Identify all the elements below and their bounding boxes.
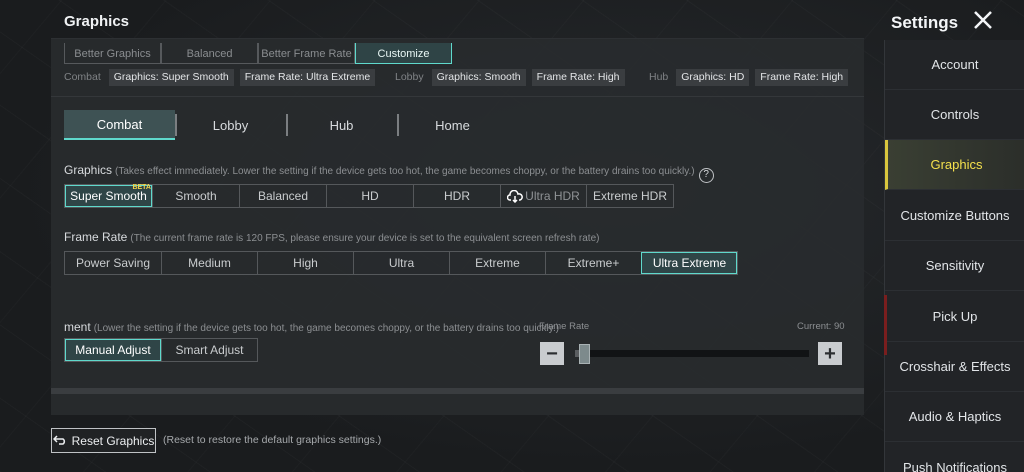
mode-tabs: Combat Lobby Hub Home — [64, 110, 508, 140]
undo-icon — [52, 434, 67, 448]
sidebar-item-push-notifications[interactable]: Push Notifications — [885, 443, 1024, 472]
frame-rate-option-extreme-plus[interactable]: Extreme+ — [545, 252, 641, 274]
summary-lobby-label: Lobby — [395, 71, 424, 83]
summary-lobby: Lobby Graphics: Smooth Frame Rate: High — [395, 68, 625, 86]
panel-bottom-band — [51, 388, 864, 394]
decrease-button[interactable]: − — [540, 342, 564, 365]
page-title: Graphics — [64, 13, 130, 30]
frame-rate-option-power-saving[interactable]: Power Saving — [65, 252, 161, 274]
sidebar-item-crosshair-effects[interactable]: Crosshair & Effects — [885, 342, 1024, 392]
slider-label: Frame Rate — [539, 321, 590, 332]
sidebar-item-graphics[interactable]: Graphics — [885, 140, 1024, 190]
sidebar-accent — [884, 295, 887, 355]
summary-hub-label: Hub — [649, 71, 669, 83]
frame-rate-selector: Power Saving Medium High Ultra Extreme E… — [64, 251, 738, 275]
close-icon[interactable] — [972, 9, 994, 36]
tab-home[interactable]: Home — [397, 110, 508, 140]
summary-hub-frame-rate: Frame Rate: High — [755, 68, 849, 86]
settings-title: Settings — [891, 12, 959, 32]
adjust-mode-selector: Manual Adjust Smart Adjust — [64, 338, 258, 362]
settings-sidebar: Account Controls Graphics Customize Butt… — [884, 40, 1024, 472]
reset-graphics-button[interactable]: Reset Graphics — [51, 428, 156, 453]
graphics-option-label: Ultra HDR — [525, 189, 580, 203]
summary-hub: Hub Graphics: HD Frame Rate: High — [649, 68, 849, 86]
graphics-option-label: Super Smooth — [70, 189, 147, 203]
frame-rate-title: Frame Rate — [64, 230, 128, 244]
summary-lobby-graphics: Graphics: Smooth — [431, 68, 526, 86]
graphics-option-ultra-hdr[interactable]: Ultra HDR — [500, 185, 586, 207]
frame-rate-option-ultra[interactable]: Ultra — [353, 252, 449, 274]
summary-combat-graphics: Graphics: Super Smooth — [108, 68, 234, 86]
sidebar-item-pick-up[interactable]: Pick Up — [885, 292, 1024, 342]
summary-combat-frame-rate: Frame Rate: Ultra Extreme — [239, 68, 376, 86]
manual-adjust-option[interactable]: Manual Adjust — [65, 339, 161, 361]
frame-rate-hint: (The current frame rate is 120 FPS, plea… — [130, 233, 600, 244]
frame-rate-option-ultra-extreme[interactable]: Ultra Extreme — [641, 252, 737, 274]
increase-button[interactable]: + — [818, 342, 842, 365]
sidebar-item-audio-haptics[interactable]: Audio & Haptics — [885, 392, 1024, 442]
adjustment-section-title: ment (Lower the setting if the device get… — [64, 320, 559, 334]
graphics-option-super-smooth[interactable]: Super Smooth BETA — [65, 184, 152, 207]
frame-rate-section-title: Frame Rate (The current frame rate is 120… — [64, 230, 599, 244]
reset-hint: (Reset to restore the default graphics s… — [163, 434, 382, 446]
frame-rate-option-extreme[interactable]: Extreme — [449, 252, 545, 274]
summary-combat: Combat Graphics: Super Smooth Frame Rate… — [64, 68, 376, 86]
adjustment-hint: (Lower the setting if the device gets to… — [93, 323, 560, 334]
graphics-option-balanced[interactable]: Balanced — [239, 185, 326, 207]
preset-better-frame-rate[interactable]: Better Frame Rate — [258, 43, 355, 64]
graphics-option-hd[interactable]: HD — [326, 185, 413, 207]
graphics-option-smooth[interactable]: Smooth — [152, 185, 239, 207]
divider — [51, 96, 864, 97]
beta-badge: BETA — [132, 184, 151, 191]
settings-header: Settings — [891, 9, 994, 36]
slider-current-value: Current: 90 — [797, 321, 845, 332]
preset-customize[interactable]: Customize — [355, 43, 452, 64]
sidebar-item-controls[interactable]: Controls — [885, 90, 1024, 140]
reset-label: Reset Graphics — [71, 433, 155, 448]
frame-rate-option-medium[interactable]: Medium — [161, 252, 257, 274]
summary-lobby-frame-rate: Frame Rate: High — [531, 68, 625, 86]
help-icon[interactable]: ? — [698, 168, 714, 183]
adjustment-title: ment — [64, 320, 91, 334]
graphics-option-extreme-hdr[interactable]: Extreme HDR — [586, 185, 673, 207]
sidebar-item-customize-buttons[interactable]: Customize Buttons — [885, 191, 1024, 241]
summary-combat-label: Combat — [64, 71, 101, 83]
preset-better-graphics[interactable]: Better Graphics — [64, 43, 161, 64]
tab-lobby[interactable]: Lobby — [175, 110, 286, 140]
graphics-quality-selector: Super Smooth BETA Smooth Balanced HD HDR… — [64, 184, 674, 208]
tab-combat[interactable]: Combat — [64, 110, 175, 140]
graphics-hint: (Takes effect immediately. Lower the set… — [115, 166, 695, 177]
tab-hub[interactable]: Hub — [286, 110, 397, 140]
preset-balanced[interactable]: Balanced — [161, 43, 258, 64]
frame-rate-option-high[interactable]: High — [257, 252, 353, 274]
sidebar-item-sensitivity[interactable]: Sensitivity — [885, 241, 1024, 291]
summary-hub-graphics: Graphics: HD — [676, 68, 750, 86]
frame-rate-slider[interactable] — [575, 344, 809, 364]
graphics-option-hdr[interactable]: HDR — [413, 185, 500, 207]
smart-adjust-option[interactable]: Smart Adjust — [161, 339, 257, 361]
graphics-section-title: Graphics (Takes effect immediately. Lower… — [64, 163, 714, 183]
cloud-download-icon — [507, 189, 524, 203]
graphics-title: Graphics — [64, 163, 113, 177]
sidebar-item-account[interactable]: Account — [885, 40, 1024, 90]
preset-row: Better Graphics Balanced Better Frame Ra… — [64, 43, 452, 64]
slider-thumb[interactable] — [579, 344, 590, 364]
